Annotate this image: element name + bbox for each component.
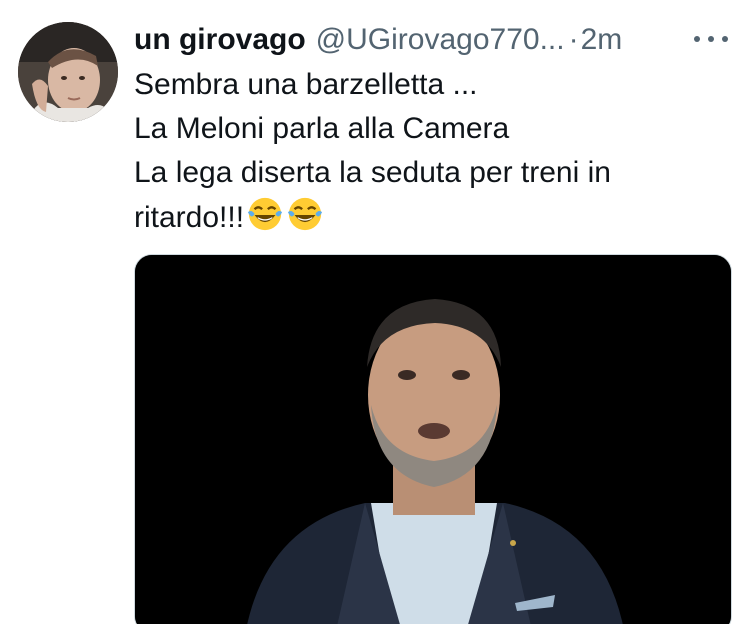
tweet-text-line: La lega diserta la seduta per treni in — [134, 156, 611, 189]
avatar[interactable] — [18, 22, 118, 122]
timestamp[interactable]: 2m — [581, 20, 623, 60]
tweet-text: Sembra una barzelletta ... La Meloni par… — [134, 63, 694, 240]
tweet-header: un girovago @UGirovago770... · 2m — [134, 20, 730, 60]
tweet-text-line: ritardo!!! — [134, 201, 245, 234]
tweet-media[interactable] — [134, 254, 732, 624]
face-with-tears-of-joy-emoji — [247, 197, 283, 231]
user-handle[interactable]: @UGirovago770... — [316, 20, 565, 60]
display-name[interactable]: un girovago — [134, 20, 306, 60]
tweet[interactable]: un girovago @UGirovago770... · 2m Sembra… — [0, 0, 750, 624]
more-horizontal-icon[interactable] — [694, 24, 728, 54]
media-photo — [135, 255, 731, 624]
separator-dot: · — [568, 23, 579, 56]
tweet-text-line: Sembra una barzelletta ... — [134, 68, 478, 101]
face-with-tears-of-joy-emoji — [287, 197, 323, 231]
tweet-text-line: La Meloni parla alla Camera — [134, 112, 510, 145]
avatar-photo — [18, 22, 118, 122]
tweet-text-line-last: ritardo!!! — [134, 195, 694, 240]
